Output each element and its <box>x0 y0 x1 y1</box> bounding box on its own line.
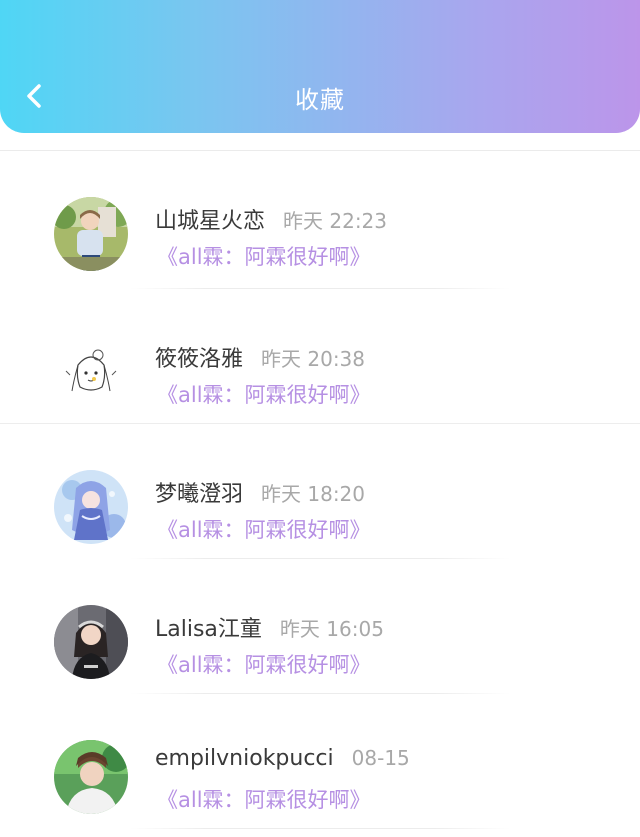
avatar-anime-girl <box>54 470 128 544</box>
header-bar: 收藏 <box>0 0 640 133</box>
work-title-link[interactable]: 《all霖：阿霖很好啊》 <box>157 649 371 679</box>
list-item[interactable]: Lalisa江童 昨天 16:05 《all霖：阿霖很好啊》 <box>0 559 640 694</box>
user-name[interactable]: Lalisa江童 <box>155 611 262 643</box>
timestamp: 昨天 22:23 <box>283 209 388 233</box>
avatar-photo-boy <box>54 197 128 271</box>
work-title-link[interactable]: 《all霖：阿霖很好啊》 <box>157 379 371 409</box>
avatar-sketch-girl <box>54 335 128 409</box>
list-item[interactable]: 山城星火恋 昨天 22:23 《all霖：阿霖很好啊》 <box>0 151 640 289</box>
list-item[interactable]: 筱筱洛雅 昨天 20:38 《all霖：阿霖很好啊》 <box>0 289 640 424</box>
timestamp: 昨天 18:20 <box>261 482 366 506</box>
avatar[interactable] <box>54 335 128 409</box>
work-title-link[interactable]: 《all霖：阿霖很好啊》 <box>157 514 371 544</box>
work-title-link[interactable]: 《all霖：阿霖很好啊》 <box>157 784 371 814</box>
avatar[interactable] <box>54 197 128 271</box>
user-name[interactable]: 筱筱洛雅 <box>155 341 243 373</box>
avatar-photo-man <box>54 740 128 814</box>
avatar[interactable] <box>54 740 128 814</box>
user-name[interactable]: 山城星火恋 <box>155 203 265 235</box>
list-item[interactable]: 梦曦澄羽 昨天 18:20 《all霖：阿霖很好啊》 <box>0 424 640 559</box>
favorites-list: 山城星火恋 昨天 22:23 《all霖：阿霖很好啊》 筱筱洛雅 昨天 20:3… <box>0 150 640 837</box>
timestamp: 昨天 16:05 <box>279 617 384 641</box>
avatar[interactable] <box>54 605 128 679</box>
avatar-photo-girl <box>54 605 128 679</box>
timestamp: 08-15 <box>351 746 410 770</box>
user-name[interactable]: empilvniokpucci <box>155 746 334 771</box>
page-title: 收藏 <box>295 86 345 114</box>
list-item[interactable]: empilvniokpucci 08-15 《all霖：阿霖很好啊》 <box>0 694 640 829</box>
work-title-link[interactable]: 《all霖：阿霖很好啊》 <box>157 241 371 271</box>
user-name[interactable]: 梦曦澄羽 <box>155 476 243 508</box>
avatar[interactable] <box>54 470 128 544</box>
divider <box>130 828 510 829</box>
timestamp: 昨天 20:38 <box>261 347 366 371</box>
